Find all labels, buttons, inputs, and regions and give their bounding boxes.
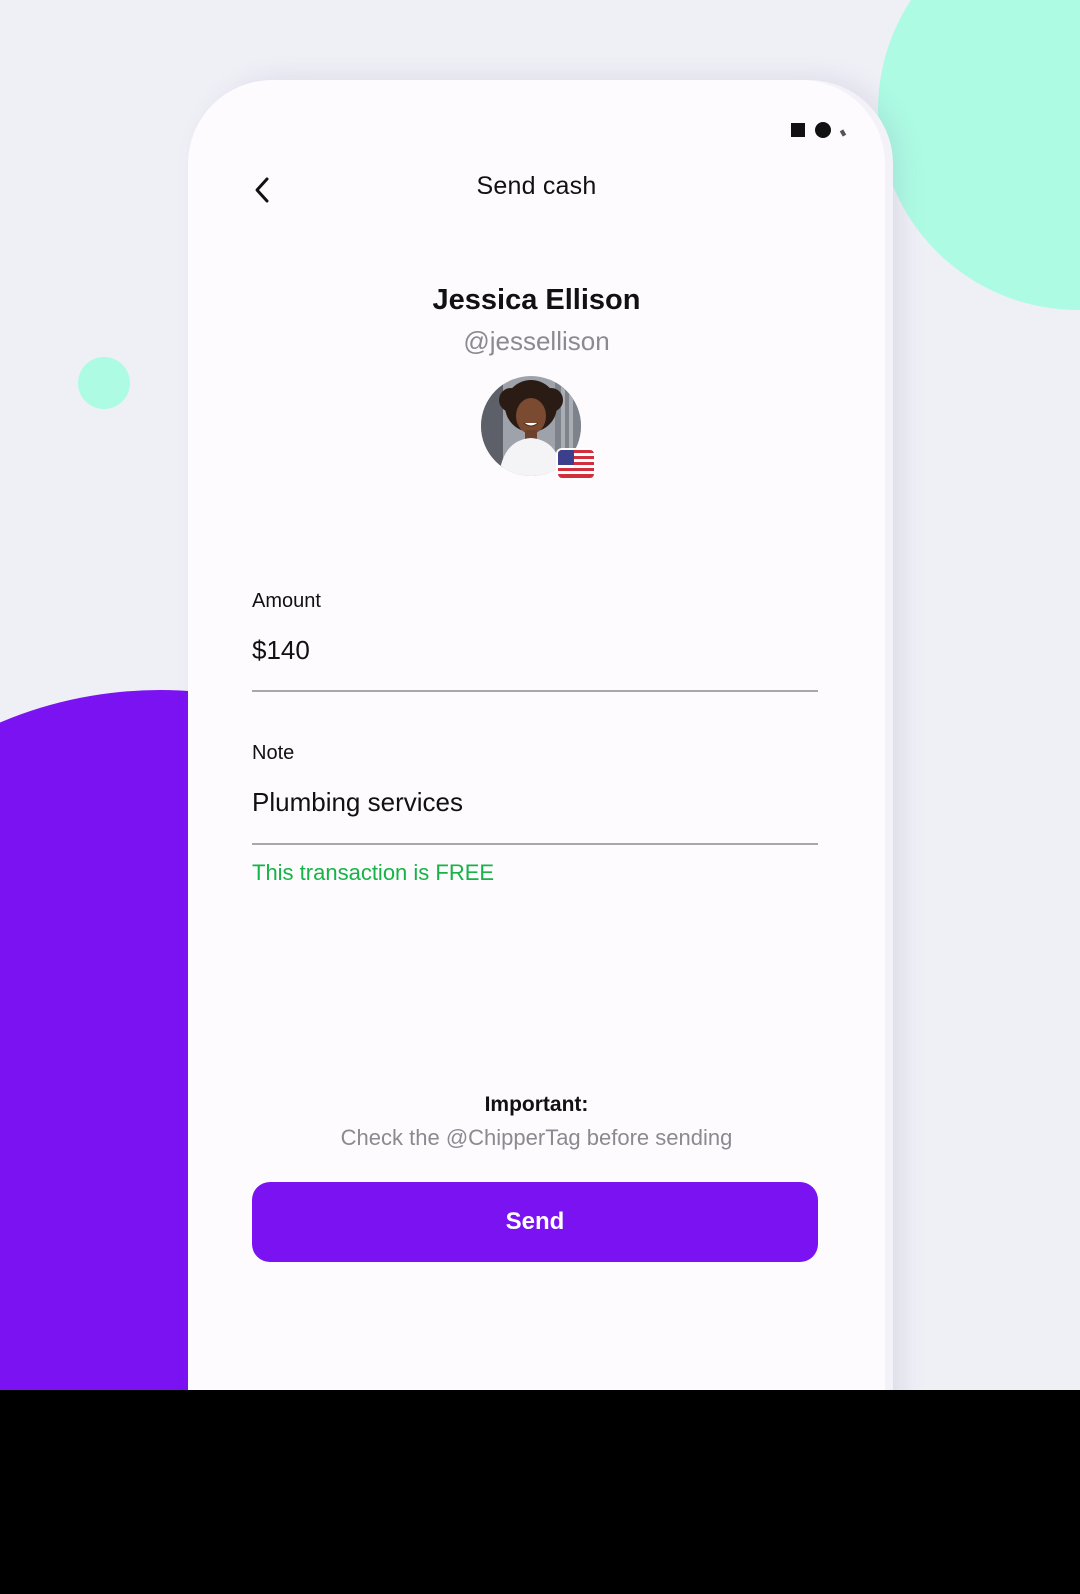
important-text: Check the @ChipperTag before sending — [340, 1125, 733, 1150]
status-bar — [791, 122, 847, 138]
square-icon — [791, 123, 805, 137]
letterbox-band — [0, 1390, 1080, 1594]
signal-tick-icon — [839, 129, 847, 137]
recipient-name: Jessica Ellison — [432, 284, 641, 316]
note-underline — [252, 843, 818, 845]
phone-screen: Send cash Jessica Ellison @jessellison A… — [188, 80, 885, 1390]
fee-message: This transaction is FREE — [252, 860, 495, 885]
recipient-handle: @jessellison — [463, 326, 610, 356]
us-flag-icon — [558, 450, 594, 478]
amount-underline — [252, 690, 818, 692]
note-label: Note — [252, 742, 295, 764]
mint-circle-large-decoration — [878, 0, 1080, 310]
important-label: Important: — [484, 1093, 589, 1116]
amount-label: Amount — [252, 590, 321, 612]
page-title: Send cash — [476, 172, 597, 200]
promo-background: Send cash Jessica Ellison @jessellison A… — [0, 0, 1080, 1390]
amount-input[interactable] — [252, 630, 818, 670]
send-button[interactable]: Send — [252, 1182, 818, 1262]
note-field: Note — [252, 742, 818, 846]
dot-icon — [815, 122, 831, 138]
note-input[interactable] — [252, 782, 818, 822]
amount-field: Amount — [252, 590, 818, 694]
mint-circle-small-decoration — [78, 357, 130, 409]
